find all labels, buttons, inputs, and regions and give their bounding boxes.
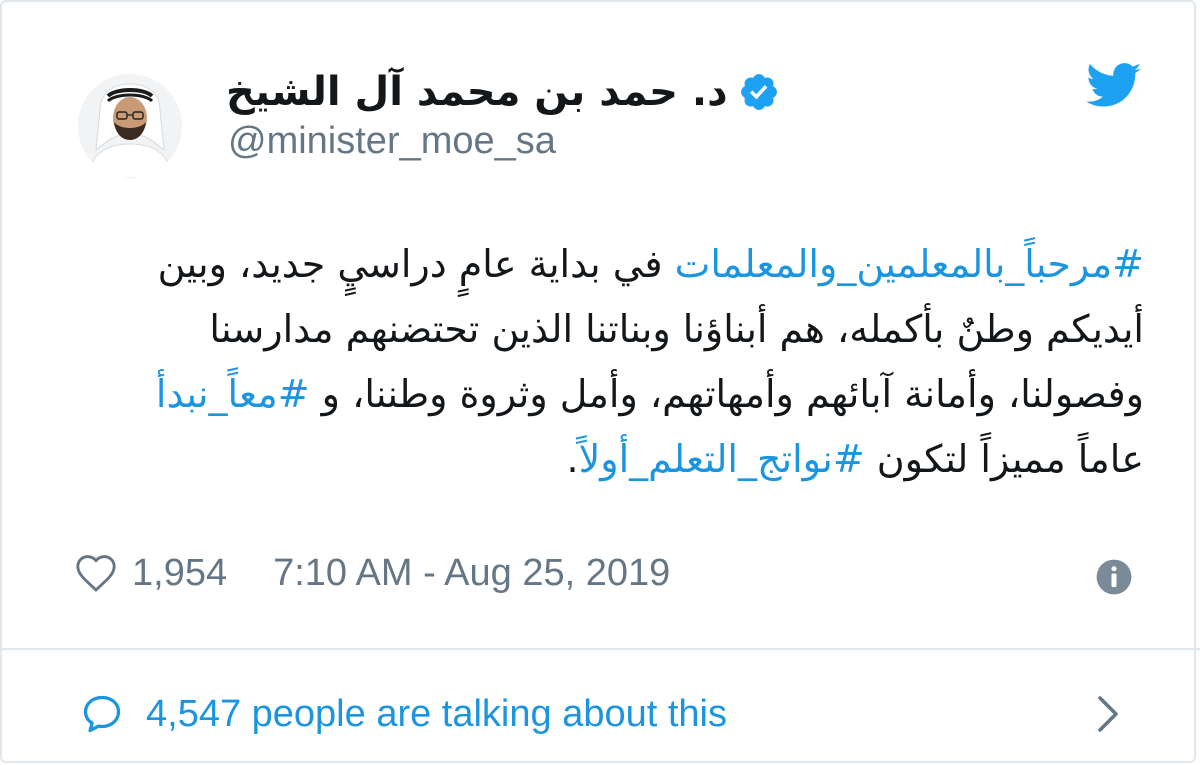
name-row: د. حمد بن محمد آل الشيخ [226,62,780,122]
conversation-link[interactable]: 4,547 people are talking about this [80,686,727,742]
info-icon[interactable] [1095,558,1133,596]
speech-bubble-icon [80,692,124,736]
hashtag-learning-outcomes-first[interactable]: #نواتج_التعلم_أولاً [579,437,865,481]
tweet-body: #مرحباً_بالمعلمين_والمعلمات في بداية عام… [110,232,1144,492]
tweet-text-segment: عاماً مميزاً لتكون [864,437,1144,481]
tweet-text-segment: . [566,437,579,481]
tweet-header: د. حمد بن محمد آل الشيخ @minister_moe_sa [0,0,1200,200]
hashtag-together-begin[interactable]: #معاً_نبدأ [156,372,310,416]
tweet-meta-row: 1,954 7:10 AM - Aug 25, 2019 [74,548,670,598]
hashtag-welcome-teachers[interactable]: #مرحباً_بالمعلمين_والمعلمات [675,242,1144,286]
divider [0,648,1200,650]
heart-icon[interactable] [74,553,118,593]
tweet-timestamp[interactable]: 7:10 AM - Aug 25, 2019 [273,552,670,595]
profile-photo-icon [78,74,182,178]
verified-badge-icon [738,71,780,113]
avatar[interactable] [78,74,182,178]
chevron-right-icon[interactable] [1096,694,1120,734]
display-name[interactable]: د. حمد بن محمد آل الشيخ [226,69,728,115]
twitter-bird-icon[interactable] [1086,62,1142,110]
user-handle[interactable]: @minister_moe_sa [228,120,556,163]
people-talking-text[interactable]: 4,547 people are talking about this [146,693,727,736]
like-count[interactable]: 1,954 [132,552,227,595]
